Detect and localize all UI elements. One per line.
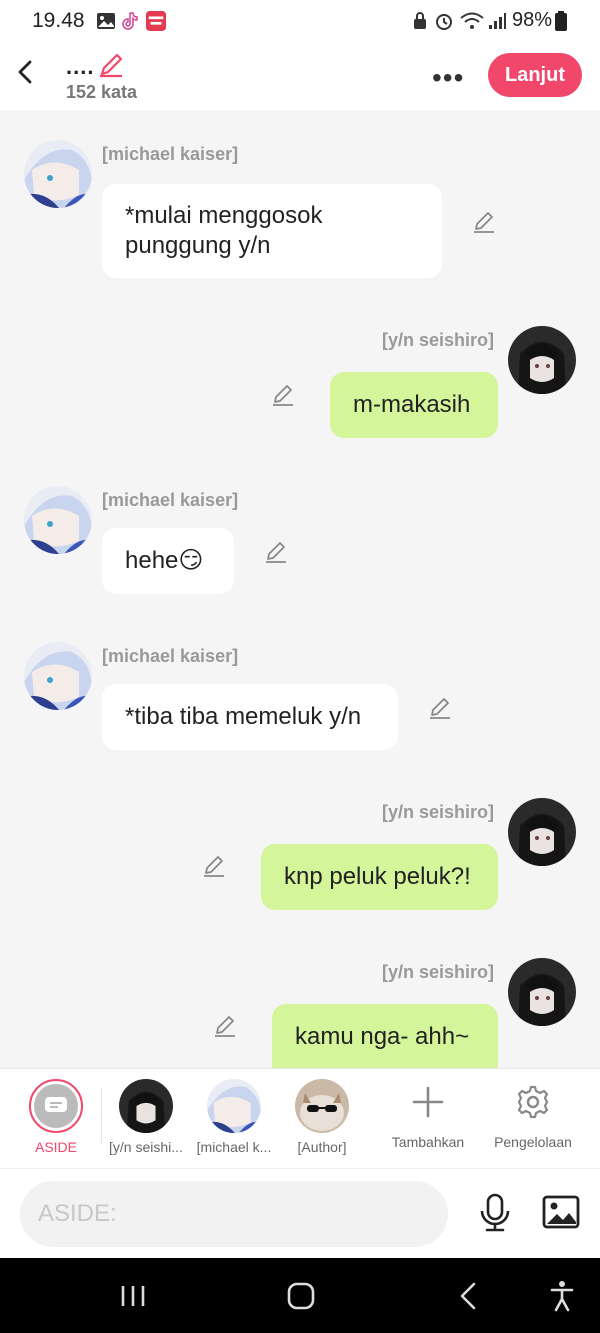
app-header: .... 152 kata ••• Lanjut [0, 44, 600, 110]
signal-icon [489, 13, 506, 29]
avatar-michael-kaiser[interactable] [24, 486, 92, 554]
edit-title-icon[interactable] [98, 52, 124, 78]
lock-icon [414, 12, 426, 29]
message-sender-name: [michael kaiser] [102, 646, 239, 666]
avatar-michael-kaiser[interactable] [24, 642, 92, 710]
edit-message-icon[interactable] [264, 540, 288, 564]
battery-icon [555, 11, 567, 31]
message-sender-name: [michael kaiser] [102, 490, 239, 510]
word-count: 152 kata [66, 82, 138, 102]
message-bubble[interactable]: knp peluk peluk?! [261, 844, 498, 910]
alarm-icon [436, 14, 452, 30]
add-label: Tambahkan [391, 1134, 465, 1150]
message-text: *mulai menggosok punggung y/n [125, 202, 323, 259]
edit-message-icon[interactable] [472, 210, 496, 234]
speech-bubble-icon [45, 1097, 67, 1112]
avatar-yn-seishiro[interactable] [508, 798, 576, 866]
message-text: kamu nga- ahh~ [295, 1023, 470, 1050]
add-character-button[interactable]: Tambahkan [382, 1079, 474, 1150]
back-nav-icon[interactable] [458, 1282, 478, 1310]
message-text: m-makasih [353, 391, 471, 418]
edit-message-icon[interactable] [428, 696, 452, 720]
message-text: knp peluk peluk?! [284, 863, 471, 890]
message-sender-name: [y/n seishiro] [382, 962, 495, 982]
message-bubble[interactable]: m-makasih [330, 372, 498, 438]
message-text: *tiba tiba memeluk y/n [125, 703, 362, 730]
manage-button[interactable]: Pengelolaan [486, 1079, 580, 1150]
message-input[interactable] [20, 1181, 448, 1247]
toolbar-divider [101, 1087, 102, 1143]
message-sender-name: [y/n seishiro] [382, 802, 495, 822]
system-navigation-bar [0, 1258, 600, 1333]
avatar-michael-kaiser [207, 1079, 261, 1133]
edit-message-icon[interactable] [271, 383, 295, 407]
character-yn-seishiro[interactable]: [y/n seishi... [104, 1079, 188, 1155]
message-bubble[interactable]: kamu nga- ahh~ [272, 1004, 498, 1070]
image-upload-icon[interactable] [542, 1195, 580, 1229]
microphone-icon[interactable] [478, 1193, 512, 1233]
manage-label: Pengelolaan [494, 1134, 572, 1150]
avatar-author [295, 1079, 349, 1133]
character-toolbar: ASIDE [y/n seishi... [michael k... [Auth… [0, 1068, 600, 1169]
more-options-icon[interactable]: ••• [432, 62, 464, 94]
message-bubble[interactable]: *tiba tiba memeluk y/n [102, 684, 398, 750]
recent-apps-icon[interactable] [120, 1284, 146, 1308]
status-time: 19.48 [32, 9, 85, 32]
home-icon[interactable] [287, 1282, 315, 1310]
avatar-yn-seishiro [119, 1079, 173, 1133]
character-label: [Author] [297, 1139, 347, 1155]
character-author[interactable]: [Author] [282, 1079, 362, 1155]
status-bar: 19.48 98% [0, 0, 600, 44]
chat-area[interactable]: [michael kaiser] *mulai menggosok punggu… [0, 110, 600, 1070]
tiktok-icon [122, 12, 138, 30]
message-sender-name: [michael kaiser] [102, 144, 239, 164]
aside-label: ASIDE [34, 1139, 77, 1155]
plus-icon [412, 1086, 444, 1118]
next-button[interactable]: Lanjut [488, 53, 582, 97]
character-label: [michael k... [196, 1139, 272, 1155]
back-arrow-icon[interactable] [14, 58, 38, 86]
character-label: [y/n seishi... [109, 1139, 183, 1155]
input-bar [0, 1168, 600, 1259]
story-title[interactable]: .... [66, 54, 94, 80]
wifi-icon [460, 12, 484, 29]
mangatoon-icon [146, 11, 166, 31]
aside-icon-ring [29, 1079, 83, 1133]
image-icon [97, 13, 115, 29]
character-michael-kaiser[interactable]: [michael k... [192, 1079, 276, 1155]
gear-icon [517, 1085, 549, 1119]
message-bubble[interactable]: *mulai menggosok punggung y/n [102, 184, 442, 278]
accessibility-icon[interactable] [550, 1280, 574, 1312]
avatar-yn-seishiro[interactable] [508, 326, 576, 394]
edit-message-icon[interactable] [213, 1014, 237, 1038]
message-text: hehe😏 [125, 547, 204, 574]
avatar-michael-kaiser[interactable] [24, 140, 92, 208]
edit-message-icon[interactable] [202, 854, 226, 878]
aside-button[interactable]: ASIDE [26, 1079, 86, 1155]
message-sender-name: [y/n seishiro] [382, 330, 495, 350]
message-bubble[interactable]: hehe😏 [102, 528, 234, 594]
avatar-yn-seishiro[interactable] [508, 958, 576, 1026]
battery-percent: 98% [511, 9, 552, 31]
